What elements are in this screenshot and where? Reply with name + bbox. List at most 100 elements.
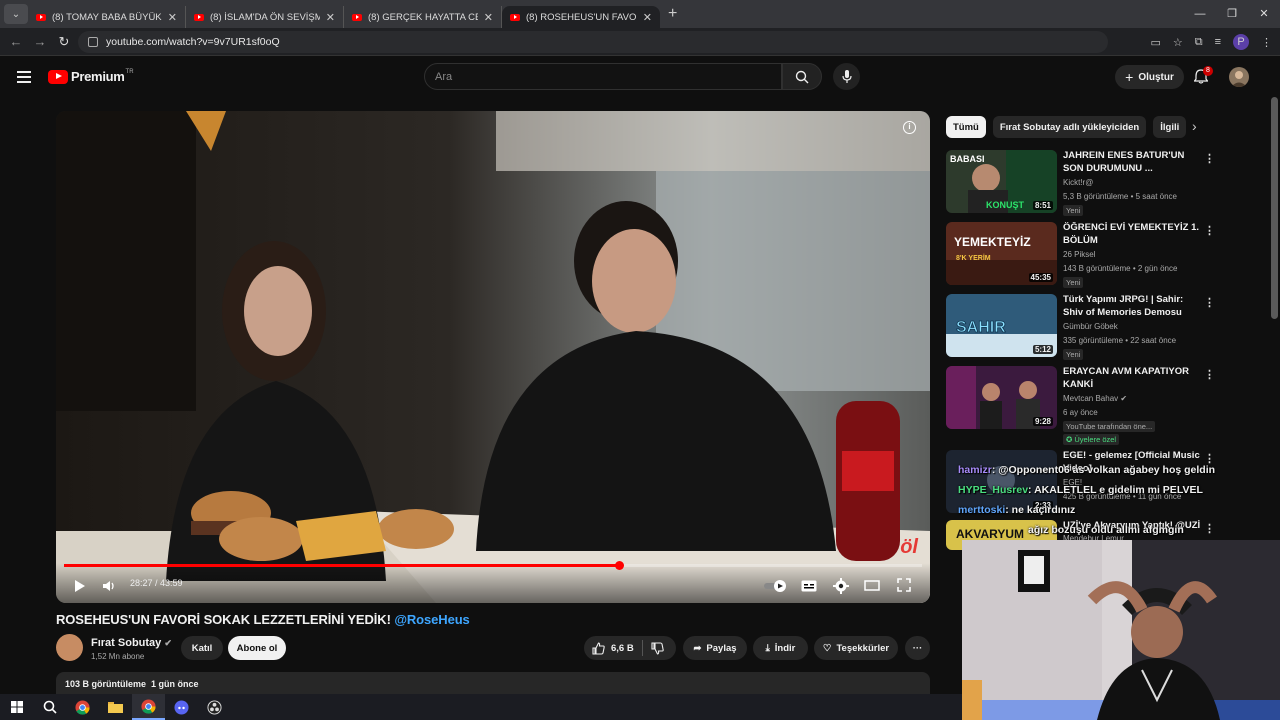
like-button[interactable]: 6,6 B [592, 641, 634, 655]
channel-avatar[interactable] [56, 634, 83, 661]
channel-name-text: Fırat Sobutay [91, 637, 162, 649]
filter-chips: Tümü Fırat Sobutay adlı yükleyiciden İlg… [946, 116, 1187, 138]
obs-icon[interactable] [198, 694, 231, 720]
close-window-icon[interactable]: ✕ [1248, 0, 1280, 28]
thanks-button[interactable]: ♡ Teşekkürler [814, 636, 898, 660]
title-mention-link[interactable]: @RoseHeus [394, 612, 469, 627]
more-vertical-icon[interactable]: ⋮ [1204, 152, 1215, 165]
search-button[interactable] [782, 63, 822, 90]
youtube-favicon-icon [36, 13, 46, 21]
chevron-right-icon[interactable]: › [1192, 118, 1197, 134]
page-scrollbar[interactable] [1271, 97, 1278, 319]
join-button[interactable]: Katıl [181, 636, 223, 660]
more-vertical-icon[interactable]: ⋮ [1204, 368, 1215, 381]
video-player[interactable]: i öl 28:27 / 43:59 [56, 111, 930, 603]
reading-list-icon[interactable]: ≡ [1215, 36, 1221, 48]
voice-search-button[interactable] [833, 63, 860, 90]
tab-title: (8) GERÇEK HAYATTA CEZALI M [368, 11, 478, 23]
browser-tab[interactable]: (8) İSLAM'DA ÖN SEVİŞMESİZ C ✕ [186, 6, 344, 28]
progress-fill [64, 564, 620, 567]
share-label: Paylaş [706, 642, 737, 654]
browser-menu-icon[interactable]: ⋮ [1261, 36, 1272, 49]
browser-tab[interactable]: (8) GERÇEK HAYATTA CEZALI M ✕ [344, 6, 502, 28]
tab-close-icon[interactable]: ✕ [643, 11, 652, 24]
back-icon[interactable]: ← [4, 34, 28, 49]
chat-username: hamizr [958, 464, 992, 476]
autoplay-toggle[interactable] [764, 580, 788, 592]
duration-badge: 45:35 [1028, 273, 1053, 282]
subscribe-button[interactable]: Abone ol [228, 636, 286, 660]
captions-icon[interactable] [801, 580, 817, 592]
recommendation-item[interactable]: YEMEKTEYİZ 8'K YERİM 45:35 ÖĞRENCİ EVİ YE… [946, 222, 1246, 288]
chrome-icon[interactable] [66, 694, 99, 720]
tab-close-icon[interactable]: ✕ [484, 11, 493, 24]
new-tab-icon[interactable]: + [668, 5, 677, 23]
forward-icon[interactable]: → [28, 34, 52, 49]
recommendation-item[interactable]: 9:28 ERAYCAN AVM KAPATIYOR KANKİ Mevtcan… [946, 366, 1246, 446]
user-avatar[interactable] [1229, 67, 1249, 87]
tab-search-icon[interactable]: ⌄ [4, 4, 28, 24]
time-display: 28:27 / 43:59 [130, 578, 183, 588]
site-info-icon[interactable] [88, 37, 98, 47]
chrome-active-icon[interactable] [132, 694, 165, 720]
fullscreen-icon[interactable] [897, 578, 911, 592]
recommendation-item[interactable]: SAHIR 5:12 Türk Yapımı JRPG! | Sahir: Sh… [946, 294, 1246, 360]
youtube-header: Premium TR Ara + Oluştur 8 [0, 57, 1270, 97]
rec-views: 5,3 B görüntüleme • 5 saat önce [1063, 192, 1177, 201]
file-explorer-icon[interactable] [99, 694, 132, 720]
youtube-favicon-icon [510, 13, 520, 21]
thumb-text: 8'K YERİM [956, 254, 991, 262]
more-vertical-icon[interactable]: ⋮ [1204, 296, 1215, 309]
subscriber-count: 1,52 Mn abone [91, 652, 145, 661]
browser-tab-active[interactable]: (8) ROSEHEUS'UN FAVORİ SOK ✕ [502, 6, 660, 28]
chat-username: HYPE_Husrev [958, 484, 1029, 496]
progress-bar[interactable] [64, 561, 922, 570]
cast-icon[interactable]: ▭ [1150, 36, 1160, 49]
share-button[interactable]: ➦ Paylaş [683, 636, 747, 660]
search-input[interactable]: Ara [424, 63, 782, 90]
country-code: TR [125, 68, 134, 75]
reload-icon[interactable]: ↻ [52, 34, 76, 50]
download-button[interactable]: ⤓ İndir [753, 636, 808, 660]
restore-icon[interactable]: ❐ [1216, 0, 1248, 28]
chat-text: : AKALETLEL e gidelim mi PELVEL [1028, 484, 1203, 496]
chip-related[interactable]: İlgili [1153, 116, 1187, 138]
create-button[interactable]: + Oluştur [1115, 65, 1184, 89]
download-icon: ⤓ [765, 642, 770, 654]
recommendation-item[interactable]: BABASI KONUŞT 8:51 JAHREIN ENES BATUR'UN … [946, 150, 1246, 216]
tab-close-icon[interactable]: ✕ [168, 11, 177, 24]
tab-close-icon[interactable]: ✕ [326, 11, 335, 24]
taskbar-search-icon[interactable] [33, 694, 66, 720]
scrubber-handle[interactable] [615, 561, 625, 570]
url-field[interactable]: youtube.com/watch?v=9v7UR1sf0oQ [78, 31, 1108, 53]
volume-icon[interactable] [102, 579, 116, 593]
windows-start-icon[interactable] [0, 694, 33, 720]
thumbs-down-icon[interactable] [651, 641, 664, 655]
info-icon[interactable]: i [903, 121, 916, 134]
video-thumbnail: YEMEKTEYİZ 8'K YERİM 45:35 [946, 222, 1057, 285]
theater-mode-icon[interactable] [864, 580, 880, 591]
browser-tab[interactable]: (8) TOMAY BABA BÜYÜK SIRRI İ ✕ [28, 6, 186, 28]
microphone-icon [841, 69, 852, 83]
chat-text: : ne kaçırdınız [1005, 504, 1076, 516]
chat-username: merttoski [958, 504, 1006, 516]
extensions-icon[interactable]: ⧉ [1195, 36, 1203, 49]
more-actions-button[interactable]: ··· [905, 636, 930, 660]
new-badge: Yeni [1063, 277, 1084, 288]
hamburger-menu-icon[interactable] [17, 71, 31, 86]
settings-gear-icon[interactable] [833, 578, 849, 594]
chip-from-uploader[interactable]: Fırat Sobutay adlı yükleyiciden [992, 116, 1147, 138]
chip-all[interactable]: Tümü [946, 116, 986, 138]
bookmark-star-icon[interactable]: ☆ [1173, 36, 1183, 49]
tab-title: (8) TOMAY BABA BÜYÜK SIRRI İ [52, 11, 162, 23]
video-thumbnail: SAHIR 5:12 [946, 294, 1057, 357]
more-vertical-icon[interactable]: ⋮ [1204, 224, 1215, 237]
discord-icon[interactable] [165, 694, 198, 720]
play-icon[interactable] [74, 579, 86, 593]
minimize-icon[interactable]: — [1184, 0, 1216, 28]
video-thumbnail: 9:28 [946, 366, 1057, 429]
youtube-logo[interactable]: Premium TR [48, 69, 134, 84]
share-icon: ➦ [693, 642, 702, 654]
channel-name[interactable]: Fırat Sobutay ✔ [91, 637, 172, 649]
profile-avatar[interactable]: P [1233, 34, 1249, 50]
